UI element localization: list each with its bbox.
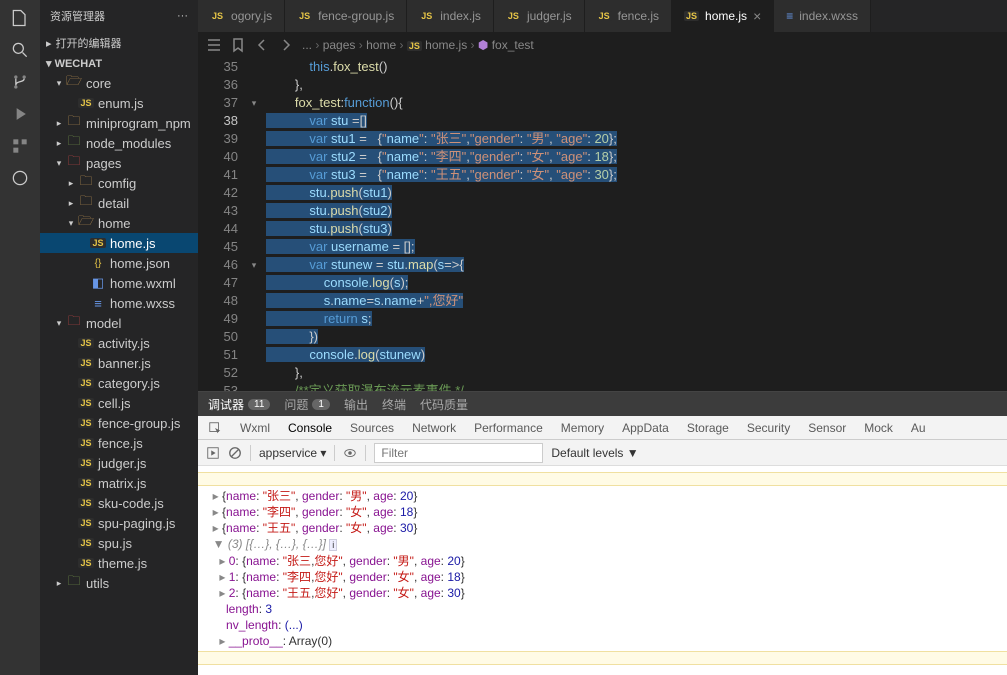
inspect-icon[interactable] bbox=[208, 421, 222, 435]
console-row[interactable]: ▸ 2: {name: "王五,您好", gender: "女", age: 3… bbox=[206, 585, 999, 601]
tree-item[interactable]: ▾🗁core bbox=[40, 73, 198, 93]
console-row[interactable]: ▸ {name: "王五", gender: "女", age: 30} bbox=[206, 520, 999, 536]
context-dropdown[interactable]: appservice ▾ bbox=[259, 446, 326, 460]
play-icon[interactable] bbox=[206, 446, 220, 460]
devtools-subtab[interactable]: AppData bbox=[622, 421, 669, 435]
devtools-subtab[interactable]: Memory bbox=[561, 421, 604, 435]
plugin-icon[interactable] bbox=[10, 168, 30, 188]
code-editor[interactable]: 3536373839404142434445464748495051525354… bbox=[198, 58, 1007, 391]
editor-tab[interactable]: JSjudger.js bbox=[494, 0, 585, 32]
nav-back-icon[interactable] bbox=[254, 37, 270, 53]
tree-item[interactable]: {}home.json bbox=[40, 253, 198, 273]
editor-tab[interactable]: JSogory.js bbox=[198, 0, 285, 32]
extensions-icon[interactable] bbox=[10, 136, 30, 156]
tree-item[interactable]: JSfence-group.js bbox=[40, 413, 198, 433]
open-editors-section[interactable]: ▸打开的编辑器 bbox=[40, 32, 198, 54]
console-row[interactable]: ▸ {name: "张三", gender: "男", age: 20} bbox=[206, 488, 999, 504]
file-tree: ▾🗁coreJSenum.js▸🗀miniprogram_npm▸🗀node_m… bbox=[40, 73, 198, 675]
nav-forward-icon[interactable] bbox=[278, 37, 294, 53]
tree-item[interactable]: JSsku-code.js bbox=[40, 493, 198, 513]
filter-input[interactable] bbox=[374, 443, 543, 463]
editor-tab[interactable]: JShome.js× bbox=[672, 0, 774, 32]
devtools-top-tabs: 调试器 11 问题 1 输出终端代码质量 bbox=[198, 392, 1007, 416]
explorer-title: 资源管理器 ··· bbox=[40, 0, 198, 32]
tree-item[interactable]: ◧home.wxml bbox=[40, 273, 198, 293]
devtools-subtab[interactable]: Console bbox=[288, 421, 332, 435]
tree-item[interactable]: JSjudger.js bbox=[40, 453, 198, 473]
tree-item[interactable]: JSbanner.js bbox=[40, 353, 198, 373]
console-row[interactable]: ▸ 0: {name: "张三,您好", gender: "男", age: 2… bbox=[206, 553, 999, 569]
tree-item[interactable]: ▾🗀model bbox=[40, 313, 198, 333]
branch-icon[interactable] bbox=[10, 72, 30, 92]
search-icon[interactable] bbox=[10, 40, 30, 60]
devtools-subtab[interactable]: Performance bbox=[474, 421, 543, 435]
activity-bar bbox=[0, 0, 40, 675]
devtools-subtab[interactable]: Network bbox=[412, 421, 456, 435]
console-row[interactable]: ▸ 1: {name: "李四,您好", gender: "女", age: 1… bbox=[206, 569, 999, 585]
console-output[interactable]: ▸ {name: "张三", gender: "男", age: 20} ▸ {… bbox=[198, 466, 1007, 675]
devtools-subtab[interactable]: Sensor bbox=[808, 421, 846, 435]
console-row[interactable]: ▸ __proto__: Array(0) bbox=[206, 633, 999, 649]
console-row[interactable]: ▸ {name: "李四", gender: "女", age: 18} bbox=[206, 504, 999, 520]
tree-item[interactable]: ▾🗁home bbox=[40, 213, 198, 233]
clear-icon[interactable] bbox=[228, 446, 242, 460]
tree-item[interactable]: JSspu.js bbox=[40, 533, 198, 553]
debug-icon[interactable] bbox=[10, 104, 30, 124]
editor-tabs: JSogory.jsJSfence-group.jsJSindex.jsJSju… bbox=[198, 0, 1007, 32]
devtools-tab[interactable]: 代码质量 bbox=[420, 396, 468, 413]
devtools-tab[interactable]: 调试器 11 bbox=[208, 396, 270, 413]
breadcrumb-bar: ... › pages › home › JS home.js › ⬢ fox_… bbox=[198, 32, 1007, 58]
explorer-label: 资源管理器 bbox=[50, 8, 105, 24]
tree-item[interactable]: ≡home.wxss bbox=[40, 293, 198, 313]
breadcrumb[interactable]: ... › pages › home › JS home.js › ⬢ fox_… bbox=[302, 38, 534, 52]
devtools-subtab[interactable]: Mock bbox=[864, 421, 893, 435]
tree-item[interactable]: JShome.js bbox=[40, 233, 198, 253]
devtools-sub-tabs: Wxml Console Sources Network Performance Memo… bbox=[198, 416, 1007, 440]
tree-item[interactable]: JSfence.js bbox=[40, 433, 198, 453]
workspace-section[interactable]: ▾ WECHAT bbox=[40, 54, 198, 73]
tree-item[interactable]: ▸🗀node_modules bbox=[40, 133, 198, 153]
tree-item[interactable]: ▾🗀pages bbox=[40, 153, 198, 173]
tree-item[interactable]: JSspu-paging.js bbox=[40, 513, 198, 533]
devtools-subtab[interactable]: Au bbox=[911, 421, 926, 435]
editor-tab[interactable]: JSindex.js bbox=[407, 0, 494, 32]
list-icon[interactable] bbox=[206, 37, 222, 53]
close-icon[interactable]: × bbox=[753, 8, 761, 24]
devtools-subtab[interactable]: Security bbox=[747, 421, 790, 435]
editor-tab[interactable]: ≡index.wxss bbox=[774, 0, 871, 32]
tree-item[interactable]: ▸🗀utils bbox=[40, 573, 198, 593]
devtools-tab[interactable]: 问题 1 bbox=[284, 396, 330, 413]
devtools-subtab[interactable]: Storage bbox=[687, 421, 729, 435]
tree-item[interactable]: JStheme.js bbox=[40, 553, 198, 573]
devtools-subtab[interactable]: Sources bbox=[350, 421, 394, 435]
tree-item[interactable]: ▸🗀miniprogram_npm bbox=[40, 113, 198, 133]
tree-item[interactable]: JSmatrix.js bbox=[40, 473, 198, 493]
editor-tab[interactable]: JSfence-group.js bbox=[285, 0, 407, 32]
console-row[interactable]: length: 3 bbox=[206, 601, 999, 617]
eye-icon[interactable] bbox=[343, 446, 357, 460]
levels-dropdown[interactable]: Default levels ▼ bbox=[551, 446, 638, 460]
devtools-panel: 调试器 11 问题 1 输出终端代码质量 Wxml Console Sources Net… bbox=[198, 391, 1007, 675]
editor-tab[interactable]: JSfence.js bbox=[585, 0, 672, 32]
console-row[interactable]: ▼ (3) [{…}, {…}, {…}] i bbox=[206, 536, 999, 553]
files-icon[interactable] bbox=[10, 8, 30, 28]
tree-item[interactable]: JScell.js bbox=[40, 393, 198, 413]
tree-item[interactable]: JSactivity.js bbox=[40, 333, 198, 353]
devtools-tab[interactable]: 终端 bbox=[382, 396, 406, 413]
tree-item[interactable]: JScategory.js bbox=[40, 373, 198, 393]
more-icon[interactable]: ··· bbox=[177, 10, 188, 22]
console-toolbar: appservice ▾ Default levels ▼ bbox=[198, 440, 1007, 466]
bookmark-icon[interactable] bbox=[230, 37, 246, 53]
tree-item[interactable]: JSenum.js bbox=[40, 93, 198, 113]
tree-item[interactable]: ▸🗀comfig bbox=[40, 173, 198, 193]
console-row[interactable]: nv_length: (...) bbox=[206, 617, 999, 633]
devtools-subtab[interactable]: Wxml bbox=[240, 421, 270, 435]
tree-item[interactable]: ▸🗀detail bbox=[40, 193, 198, 213]
devtools-tab[interactable]: 输出 bbox=[344, 396, 368, 413]
sidebar: 资源管理器 ··· ▸打开的编辑器 ▾ WECHAT ▾🗁coreJSenum.… bbox=[40, 0, 198, 675]
